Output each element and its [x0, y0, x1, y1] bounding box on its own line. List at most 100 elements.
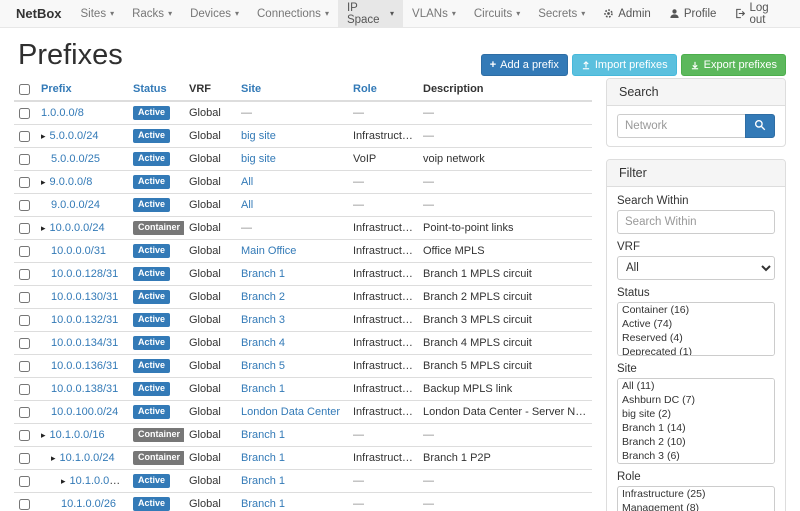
nav-item-devices[interactable]: Devices▾	[181, 0, 248, 27]
row-checkbox[interactable]	[19, 499, 30, 510]
site-link[interactable]: All	[241, 199, 253, 211]
site-link[interactable]: Branch 2	[241, 291, 285, 303]
profile-link[interactable]: Profile	[660, 0, 726, 27]
site-link[interactable]: All	[241, 176, 253, 188]
nav-item-vlans[interactable]: VLANs▾	[403, 0, 465, 27]
row-checkbox[interactable]	[19, 338, 30, 349]
role-filter-listbox[interactable]: Infrastructure (25)Management (8)Private…	[617, 486, 775, 511]
status-filter-listbox[interactable]: Container (16)Active (74)Reserved (4)Dep…	[617, 302, 775, 356]
status-filter-option[interactable]: Container (16)	[618, 303, 774, 317]
prefix-link[interactable]: 5.0.0.0/25	[51, 153, 100, 165]
prefix-link[interactable]: 10.0.100.0/24	[51, 406, 118, 418]
expand-caret-icon[interactable]: ▸	[41, 131, 46, 141]
status-filter-option[interactable]: Reserved (4)	[618, 331, 774, 345]
search-input[interactable]	[617, 114, 745, 138]
sort-link-site[interactable]: Site	[241, 83, 261, 95]
prefix-link[interactable]: 10.1.0.0/25	[70, 475, 125, 487]
row-checkbox[interactable]	[19, 154, 30, 165]
site-filter-option[interactable]: Branch 4 (12)	[618, 463, 774, 464]
row-checkbox[interactable]	[19, 430, 30, 441]
import-prefixes-button[interactable]: Import prefixes	[572, 54, 677, 76]
site-link[interactable]: big site	[241, 130, 276, 142]
site-link[interactable]: London Data Center	[241, 406, 340, 418]
row-checkbox[interactable]	[19, 246, 30, 257]
select-all-checkbox[interactable]	[19, 84, 30, 95]
brand-link[interactable]: NetBox	[6, 0, 72, 27]
site-filter-option[interactable]: big site (2)	[618, 407, 774, 421]
site-filter-option[interactable]: All (11)	[618, 379, 774, 393]
expand-caret-icon[interactable]: ▸	[41, 177, 46, 187]
nav-item-sites[interactable]: Sites▾	[72, 0, 124, 27]
row-checkbox[interactable]	[19, 269, 30, 280]
site-link[interactable]: Branch 1	[241, 452, 285, 464]
export-prefixes-button[interactable]: Export prefixes	[681, 54, 786, 76]
nav-item-secrets[interactable]: Secrets▾	[529, 0, 594, 27]
sort-link-status[interactable]: Status	[133, 83, 167, 95]
site-link[interactable]: Branch 5	[241, 360, 285, 372]
prefix-link[interactable]: 10.0.0.134/31	[51, 337, 118, 349]
add-prefix-button[interactable]: + Add a prefix	[481, 54, 568, 76]
site-link[interactable]: Branch 1	[241, 498, 285, 510]
prefix-link[interactable]: 10.0.0.132/31	[51, 314, 118, 326]
row-checkbox[interactable]	[19, 384, 30, 395]
prefix-link[interactable]: 10.0.0.136/31	[51, 360, 118, 372]
site-filter-option[interactable]: Branch 3 (6)	[618, 449, 774, 463]
site-link[interactable]: Branch 4	[241, 337, 285, 349]
site-link[interactable]: Branch 1	[241, 475, 285, 487]
logout-link[interactable]: Log out	[725, 0, 794, 27]
prefix-link[interactable]: 10.1.0.0/16	[50, 429, 105, 441]
site-link[interactable]: Branch 1	[241, 268, 285, 280]
prefix-link[interactable]: 1.0.0.0/8	[41, 107, 84, 119]
row-checkbox[interactable]	[19, 407, 30, 418]
prefix-link[interactable]: 10.0.0.138/31	[51, 383, 118, 395]
row-checkbox[interactable]	[19, 223, 30, 234]
nav-item-circuits[interactable]: Circuits▾	[465, 0, 529, 27]
prefix-link[interactable]: 10.0.0.0/31	[51, 245, 106, 257]
prefix-link[interactable]: 5.0.0.0/24	[50, 130, 99, 142]
site-link[interactable]: Branch 1	[241, 429, 285, 441]
site-filter-listbox[interactable]: All (11)Ashburn DC (7)big site (2)Branch…	[617, 378, 775, 464]
search-button[interactable]	[745, 114, 775, 138]
expand-caret-icon[interactable]: ▸	[41, 430, 46, 440]
row-checkbox[interactable]	[19, 200, 30, 211]
sort-link-prefix[interactable]: Prefix	[41, 83, 72, 95]
expand-caret-icon[interactable]: ▸	[41, 223, 46, 233]
site-link[interactable]: Branch 1	[241, 383, 285, 395]
prefix-link[interactable]: 10.1.0.0/26	[61, 498, 116, 510]
prefix-link[interactable]: 10.1.0.0/24	[60, 452, 115, 464]
site-link[interactable]: Main Office	[241, 245, 296, 257]
prefix-link[interactable]: 10.0.0.130/31	[51, 291, 118, 303]
status-filter-option[interactable]: Active (74)	[618, 317, 774, 331]
site-link[interactable]: big site	[241, 153, 276, 165]
nav-item-ip-space[interactable]: IP Space▾	[338, 0, 403, 27]
search-within-input[interactable]	[617, 210, 775, 234]
row-checkbox[interactable]	[19, 131, 30, 142]
prefix-link[interactable]: 9.0.0.0/8	[50, 176, 93, 188]
status-filter-option[interactable]: Deprecated (1)	[618, 345, 774, 356]
row-checkbox[interactable]	[19, 453, 30, 464]
row-checkbox[interactable]	[19, 177, 30, 188]
prefix-link[interactable]: 10.0.0.0/24	[50, 222, 105, 234]
row-checkbox[interactable]	[19, 315, 30, 326]
nav-item-connections[interactable]: Connections▾	[248, 0, 338, 27]
site-filter-option[interactable]: Branch 1 (14)	[618, 421, 774, 435]
site-filter-option[interactable]: Ashburn DC (7)	[618, 393, 774, 407]
row-checkbox[interactable]	[19, 292, 30, 303]
vrf-select[interactable]: All	[617, 256, 775, 280]
prefix-link[interactable]: 9.0.0.0/24	[51, 199, 100, 211]
nav-item-racks[interactable]: Racks▾	[123, 0, 181, 27]
row-checkbox[interactable]	[19, 476, 30, 487]
sort-link-role[interactable]: Role	[353, 83, 377, 95]
expand-caret-icon[interactable]: ▸	[51, 453, 56, 463]
role-filter-option[interactable]: Infrastructure (25)	[618, 487, 774, 501]
row-checkbox[interactable]	[19, 361, 30, 372]
status-cell: Active	[128, 355, 184, 378]
site-filter-option[interactable]: Branch 2 (10)	[618, 435, 774, 449]
prefix-cell: 10.0.0.138/31	[36, 378, 128, 401]
role-filter-option[interactable]: Management (8)	[618, 501, 774, 511]
row-checkbox[interactable]	[19, 108, 30, 119]
expand-caret-icon[interactable]: ▸	[61, 476, 66, 486]
site-link[interactable]: Branch 3	[241, 314, 285, 326]
admin-link[interactable]: Admin	[594, 0, 660, 27]
prefix-link[interactable]: 10.0.0.128/31	[51, 268, 118, 280]
